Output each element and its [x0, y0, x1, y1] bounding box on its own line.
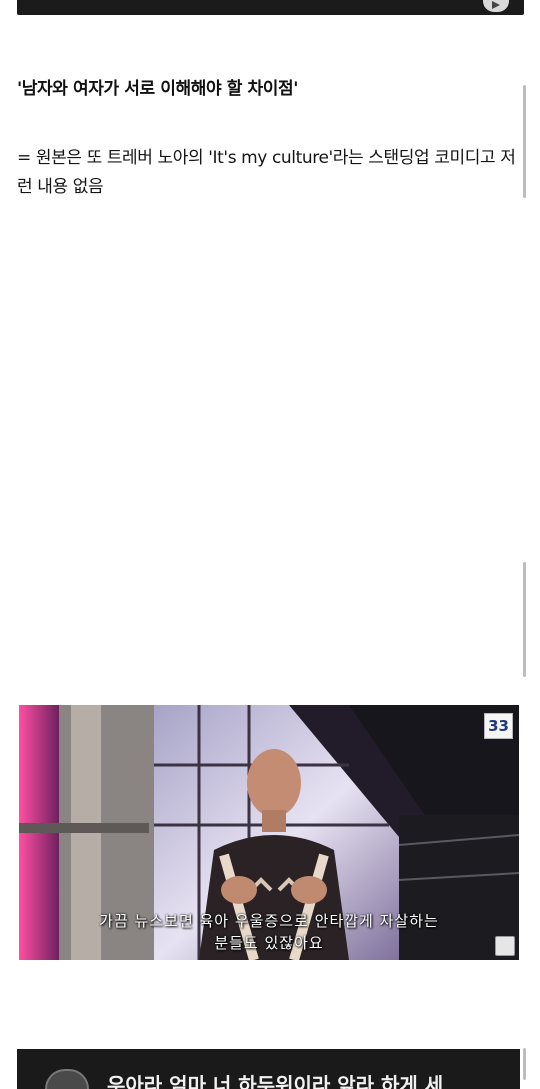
subtitle-line-1: 가끔 뉴스보면 육아 우울증으로 안타깝게 자살하는 — [99, 912, 439, 930]
embedded-video-gif[interactable]: 33 가끔 뉴스보면 육아 우울증으로 안타깝게 자살하는 분들도 있잖아요 — [19, 705, 519, 960]
video-player-top[interactable] — [17, 0, 524, 15]
play-icon — [492, 1, 500, 9]
video-subtitle: 가끔 뉴스보면 육아 우울증으로 안타깝게 자살하는 분들도 있잖아요 — [19, 910, 519, 954]
channel-thumbnail — [45, 1069, 89, 1089]
video-player-bottom[interactable]: 우아라 엄마 너 하두위이라 앞라 하게 세 — [17, 1049, 520, 1089]
post-title: '남자와 여자가 서로 이해해야 할 차이점' — [17, 79, 299, 99]
scrollbar-lower[interactable] — [523, 562, 526, 677]
channel-avatar — [495, 936, 515, 956]
subtitle-line-2: 분들도 있잖아요 — [214, 934, 324, 952]
scrollbar-bottom[interactable] — [523, 1048, 526, 1080]
play-button[interactable] — [483, 0, 509, 12]
gif-frame-badge: 33 — [484, 713, 513, 739]
video-bottom-caption: 우아라 엄마 너 하두위이라 앞라 하게 세 — [107, 1073, 444, 1089]
post-text: = 원본은 또 트레버 노아의 'It's my culture'라는 스탠딩업… — [17, 148, 516, 197]
scrollbar-upper[interactable] — [523, 85, 526, 198]
